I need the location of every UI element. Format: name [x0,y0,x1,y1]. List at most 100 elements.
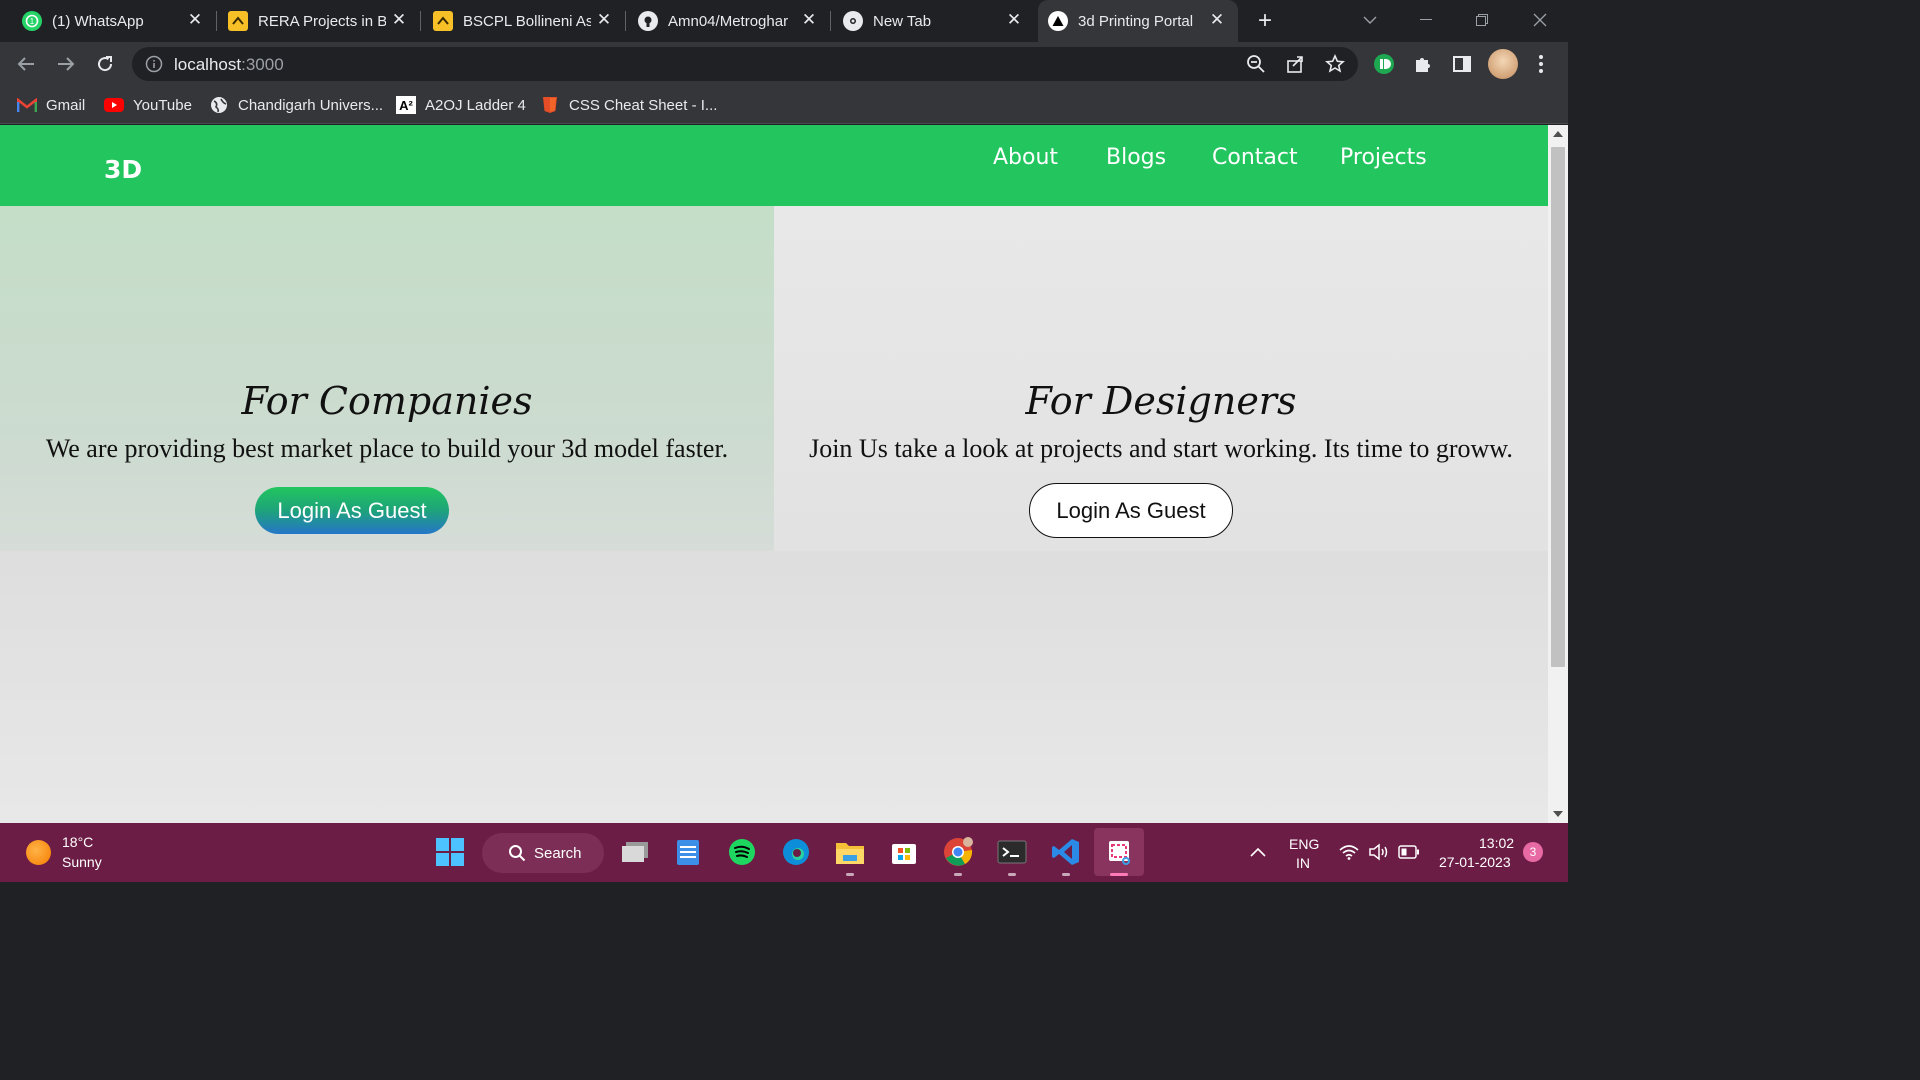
zoom-icon[interactable] [1244,52,1268,76]
close-tab-icon[interactable]: ✕ [1208,11,1226,29]
reload-icon [98,56,113,72]
extensions-puzzle-icon[interactable] [1411,52,1435,76]
scrollbar-thumb[interactable] [1551,147,1565,667]
close-tab-icon[interactable]: ✕ [390,11,408,29]
clock-date[interactable]: 27-01-2023 [1439,854,1511,870]
reload-button[interactable] [91,50,119,78]
close-tab-icon[interactable]: ✕ [800,11,818,29]
bookmark-css-cheat-sheet[interactable]: CSS Cheat Sheet - I... [540,94,717,116]
tab-title: BSCPL Bollineni Ast [463,12,591,30]
css-icon [540,96,560,114]
tab-title: Amn04/Metroghar [668,12,789,30]
running-indicator [846,873,854,876]
nav-blogs[interactable]: Blogs [1106,145,1166,170]
snipping-tool-icon[interactable] [1094,828,1144,876]
tab-title: 3d Printing Portal [1078,12,1194,30]
close-tab-icon[interactable]: ✕ [1005,11,1023,29]
volume-icon[interactable] [1368,843,1390,864]
notification-badge[interactable]: 3 [1523,842,1543,862]
chrome-taskbar-icon[interactable] [940,834,976,870]
close-tab-icon[interactable]: ✕ [186,11,204,29]
extension-green-icon[interactable] [1372,52,1396,76]
notepad-icon[interactable] [670,834,706,870]
tab-separator [625,11,626,31]
spotify-icon[interactable] [724,834,760,870]
tab-whatsapp[interactable]: 1 (1) WhatsApp ✕ [22,0,216,42]
tab-bscpl[interactable]: BSCPL Bollineni Ast ✕ [433,0,625,42]
clock-time[interactable]: 13:02 [1479,835,1514,851]
search-icon [509,845,526,862]
minimize-icon[interactable] [1398,0,1454,40]
region-indicator[interactable]: IN [1296,855,1310,871]
site-info-icon[interactable] [145,55,163,73]
tab-rera[interactable]: RERA Projects in Ba ✕ [228,0,420,42]
bookmark-chandigarh[interactable]: Chandigarh Univers... [209,94,383,116]
close-tab-icon[interactable]: ✕ [595,11,613,29]
battery-icon[interactable] [1398,845,1420,862]
language-indicator[interactable]: ENG [1289,836,1319,852]
windows-start-icon[interactable] [432,834,468,870]
vscode-icon[interactable] [1048,834,1084,870]
restore-icon[interactable] [1454,0,1510,40]
share-icon[interactable] [1284,52,1308,76]
edge-icon[interactable] [778,834,814,870]
page-scrollbar[interactable] [1548,125,1568,823]
wifi-icon[interactable] [1339,844,1359,863]
forward-button[interactable] [52,50,80,78]
file-explorer-icon[interactable] [832,834,868,870]
running-indicator [1008,873,1016,876]
scroll-up-icon[interactable] [1553,131,1563,137]
taskbar-search[interactable]: Search [482,833,604,873]
tab-strip: 1 (1) WhatsApp ✕ RERA Projects in Ba ✕ B… [0,0,1568,42]
bookmark-gmail[interactable]: Gmail [17,94,85,116]
sun-icon[interactable] [26,840,51,865]
bookmark-label: Chandigarh Univers... [238,96,384,114]
close-window-icon[interactable] [1512,0,1568,40]
weather-condition[interactable]: Sunny [62,854,102,870]
scroll-down-icon[interactable] [1553,811,1563,817]
more-menu-icon[interactable] [1529,52,1553,76]
url-port: :3000 [241,55,284,74]
task-view-icon[interactable] [617,834,653,870]
bookmark-star-icon[interactable] [1323,52,1347,76]
new-tab-button[interactable]: + [1252,8,1278,34]
windows-taskbar: 18°C Sunny Search ENG IN 13:02 27-01-202… [0,823,1568,882]
youtube-icon [104,96,124,114]
nav-projects[interactable]: Projects [1340,145,1427,170]
arrow-right-icon [58,57,75,71]
bookmark-a2oj[interactable]: A² A2OJ Ladder 4 [396,94,526,116]
companies-login-guest-button[interactable]: Login As Guest [255,487,449,534]
tab-separator [830,11,831,31]
show-hidden-icons-chevron-icon[interactable] [1240,834,1276,870]
tab-title: RERA Projects in Ba [258,12,386,30]
whatsapp-icon: 1 [22,11,42,31]
chrome-icon [843,11,863,31]
tab-github[interactable]: Amn04/Metroghar ✕ [638,0,830,42]
tab-new-tab[interactable]: New Tab ✕ [843,0,1035,42]
triangle-icon [1048,11,1068,31]
profile-avatar[interactable] [1488,49,1518,79]
nav-about[interactable]: About [993,145,1058,170]
gmail-icon [17,96,37,114]
bookmark-label: A2OJ Ladder 4 [425,96,526,114]
site-logo[interactable]: 3D [104,155,142,184]
tab-3d-printing-portal[interactable]: 3d Printing Portal ✕ [1038,0,1238,42]
url-text: localhost:3000 [174,55,284,75]
github-icon [638,11,658,31]
tab-title: (1) WhatsApp [52,12,144,30]
terminal-icon[interactable] [994,834,1030,870]
address-bar[interactable]: localhost:3000 [132,47,1358,81]
side-panel-icon[interactable] [1450,52,1474,76]
bookmark-label: Gmail [46,96,86,114]
microsoft-store-icon[interactable] [886,834,922,870]
back-button[interactable] [12,50,40,78]
weather-temperature[interactable]: 18°C [62,834,93,850]
bookmark-label: YouTube [133,96,192,114]
companies-text: We are providing best market place to bu… [45,434,729,463]
bookmark-youtube[interactable]: YouTube [104,94,192,116]
tab-search-icon[interactable] [1342,0,1398,40]
nav-contact[interactable]: Contact [1212,145,1298,170]
site-navbar: 3D About Blogs Contact Projects [0,125,1548,206]
designers-login-guest-button[interactable]: Login As Guest [1029,483,1233,538]
running-indicator [954,873,962,876]
